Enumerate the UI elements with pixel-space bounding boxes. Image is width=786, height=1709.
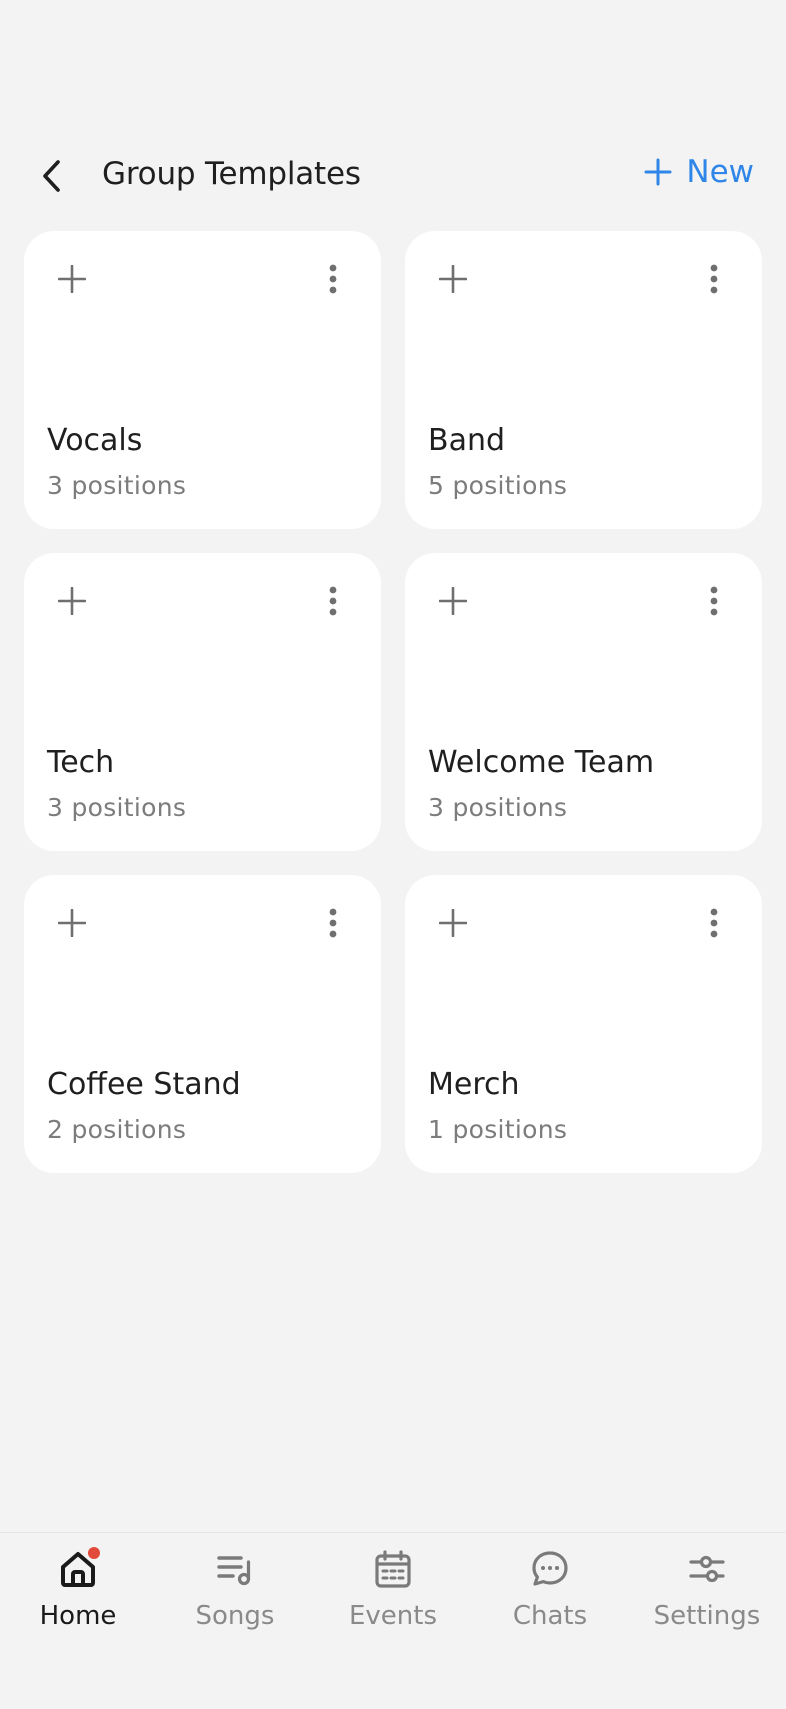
nav-item-chats[interactable]: Chats xyxy=(480,1547,620,1637)
nav-item-settings[interactable]: Settings xyxy=(637,1547,777,1637)
group-name: Welcome Team xyxy=(428,745,655,780)
more-vertical-icon xyxy=(329,264,337,294)
group-card-tech[interactable]: Tech 3 positions xyxy=(24,553,381,851)
group-card-welcome-team[interactable]: Welcome Team 3 positions xyxy=(405,553,762,851)
chat-bubble-icon xyxy=(528,1547,572,1591)
more-vertical-icon xyxy=(710,264,718,294)
group-name: Band xyxy=(428,423,506,458)
calendar-icon xyxy=(371,1547,415,1591)
add-member-button[interactable] xyxy=(435,583,471,619)
group-card-coffee-stand[interactable]: Coffee Stand 2 positions xyxy=(24,875,381,1173)
plus-icon xyxy=(644,158,672,186)
more-vertical-icon xyxy=(710,908,718,938)
group-name: Coffee Stand xyxy=(47,1067,241,1102)
plus-icon xyxy=(439,909,467,937)
nav-label: Home xyxy=(39,1601,117,1631)
plus-icon xyxy=(439,265,467,293)
nav-item-events[interactable]: Events xyxy=(323,1547,463,1637)
more-options-button[interactable] xyxy=(702,261,726,297)
position-count: 3 positions xyxy=(47,471,187,500)
more-options-button[interactable] xyxy=(702,905,726,941)
nav-label: Events xyxy=(348,1601,438,1631)
group-name: Tech xyxy=(47,745,115,780)
plus-icon xyxy=(439,587,467,615)
plus-icon xyxy=(58,265,86,293)
nav-item-songs[interactable]: Songs xyxy=(165,1547,305,1637)
more-vertical-icon xyxy=(329,586,337,616)
more-vertical-icon xyxy=(710,586,718,616)
add-member-button[interactable] xyxy=(54,261,90,297)
group-card-vocals[interactable]: Vocals 3 positions xyxy=(24,231,381,529)
plus-icon xyxy=(58,587,86,615)
nav-label: Settings xyxy=(653,1601,761,1631)
group-card-band[interactable]: Band 5 positions xyxy=(405,231,762,529)
more-options-button[interactable] xyxy=(702,583,726,619)
group-name: Vocals xyxy=(47,423,143,458)
add-member-button[interactable] xyxy=(54,905,90,941)
home-icon xyxy=(56,1547,100,1591)
new-button-label: New xyxy=(686,154,754,190)
nav-item-home[interactable]: Home xyxy=(8,1547,148,1637)
more-options-button[interactable] xyxy=(321,261,345,297)
more-options-button[interactable] xyxy=(321,583,345,619)
bottom-navigation: Home Songs Events Chats Settings xyxy=(0,1532,786,1709)
add-member-button[interactable] xyxy=(435,905,471,941)
group-card-merch[interactable]: Merch 1 positions xyxy=(405,875,762,1173)
sliders-icon xyxy=(685,1547,729,1591)
position-count: 5 positions xyxy=(428,471,568,500)
plus-icon xyxy=(58,909,86,937)
group-name: Merch xyxy=(428,1067,520,1102)
add-member-button[interactable] xyxy=(435,261,471,297)
nav-label: Chats xyxy=(512,1601,588,1631)
chevron-left-icon xyxy=(43,160,60,192)
back-button[interactable] xyxy=(32,152,72,200)
group-templates-grid: Vocals 3 positions Band 5 positions Tech… xyxy=(24,231,762,1173)
position-count: 3 positions xyxy=(47,793,187,822)
screen: Group Templates New Vocals 3 positions B… xyxy=(0,0,786,1709)
header: Group Templates New xyxy=(0,140,786,212)
more-options-button[interactable] xyxy=(321,905,345,941)
nav-label: Songs xyxy=(195,1601,275,1631)
notification-dot xyxy=(88,1547,100,1559)
more-vertical-icon xyxy=(329,908,337,938)
music-list-icon xyxy=(213,1547,257,1591)
add-member-button[interactable] xyxy=(54,583,90,619)
position-count: 3 positions xyxy=(428,793,568,822)
new-button[interactable]: New xyxy=(644,154,754,190)
position-count: 2 positions xyxy=(47,1115,187,1144)
position-count: 1 positions xyxy=(428,1115,568,1144)
page-title: Group Templates xyxy=(102,156,361,192)
